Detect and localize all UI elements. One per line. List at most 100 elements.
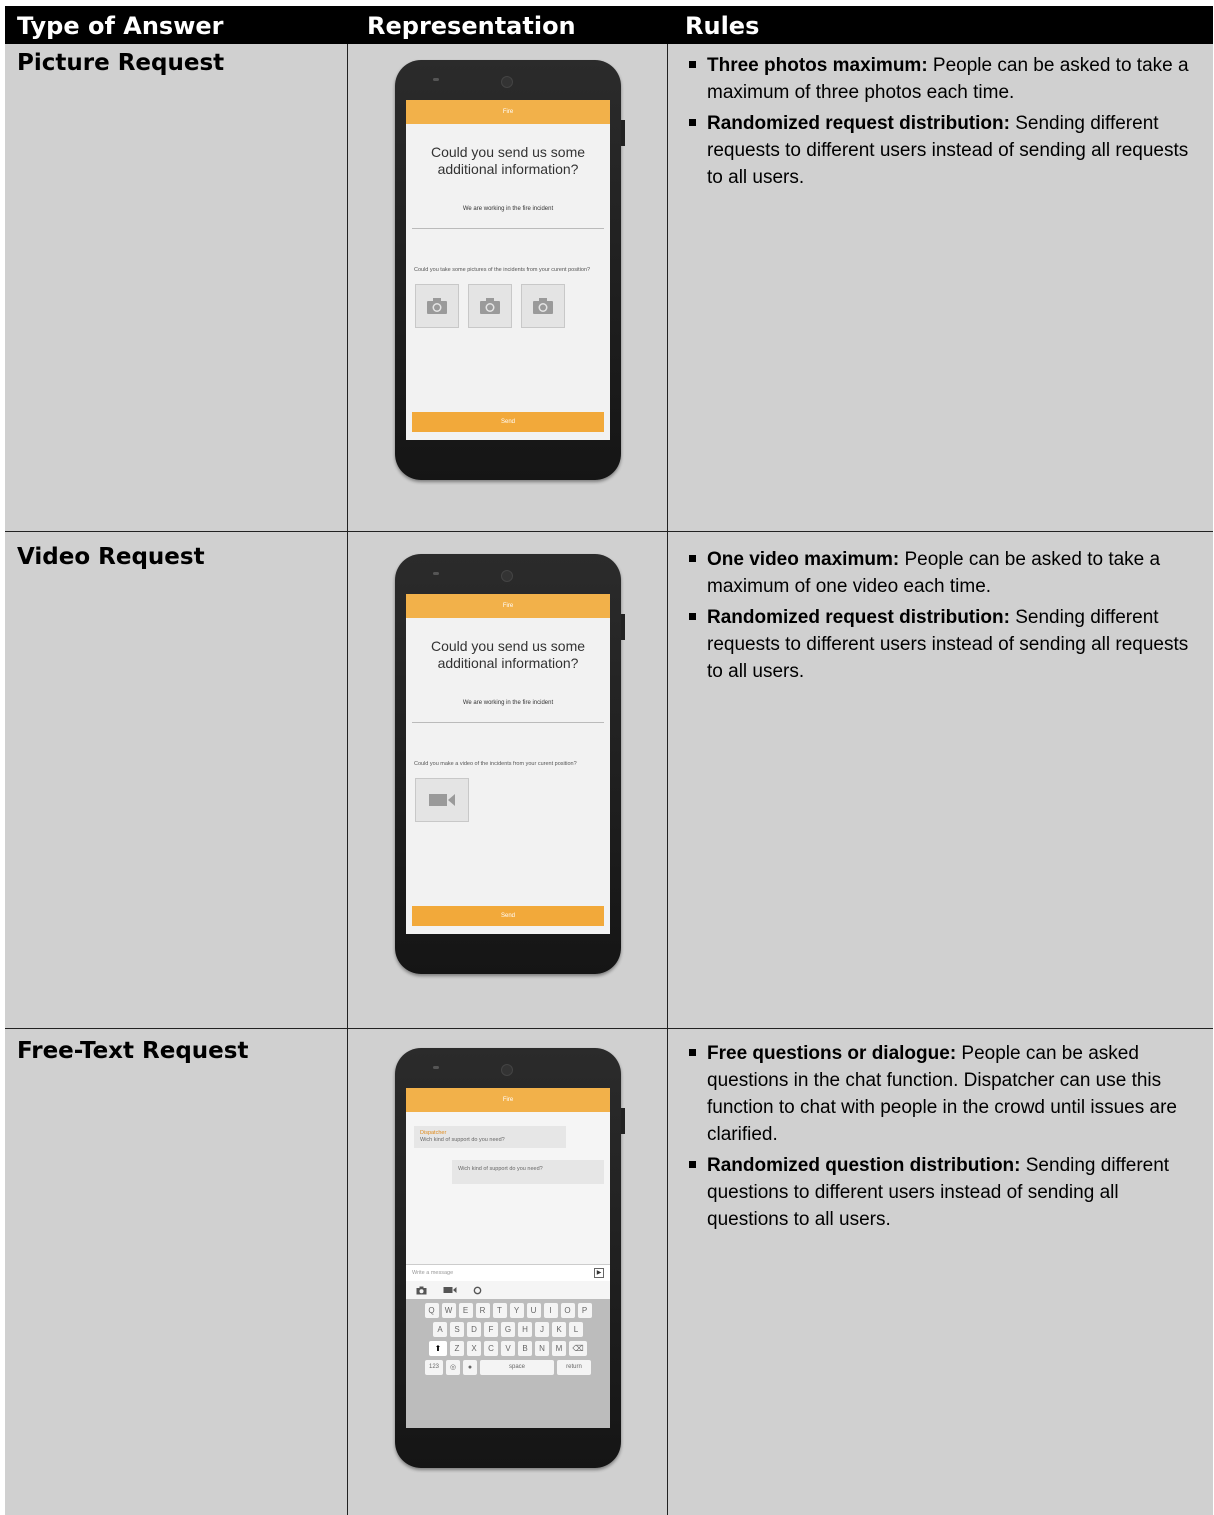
bullet-icon bbox=[689, 613, 696, 620]
camera-icon bbox=[480, 298, 500, 314]
phone-screen: Fire Could you send us some additional i… bbox=[406, 100, 610, 440]
key-t[interactable]: T bbox=[492, 1303, 507, 1318]
outgoing-message: Wich kind of support do you need? bbox=[452, 1160, 604, 1184]
key-c[interactable]: C bbox=[484, 1341, 498, 1356]
header-rules: Rules bbox=[685, 12, 760, 40]
key-r[interactable]: R bbox=[475, 1303, 490, 1318]
camera-icon bbox=[533, 298, 553, 314]
rules-video: One video maximum: People can be asked t… bbox=[685, 546, 1205, 689]
space-key[interactable]: space bbox=[480, 1360, 554, 1375]
prompt-text: Could you take some pictures of the inci… bbox=[414, 267, 591, 273]
globe-key[interactable]: ◎ bbox=[446, 1360, 460, 1375]
location-icon[interactable] bbox=[473, 1286, 482, 1295]
key-y[interactable]: Y bbox=[509, 1303, 524, 1318]
return-key[interactable]: return bbox=[557, 1360, 591, 1375]
attachment-bar bbox=[406, 1281, 610, 1299]
numbers-key[interactable]: 123 bbox=[425, 1360, 443, 1375]
app-topbar: Fire bbox=[406, 1088, 610, 1112]
key-m[interactable]: M bbox=[552, 1341, 566, 1356]
speaker-icon bbox=[433, 572, 439, 575]
camera-lens-icon bbox=[501, 570, 513, 582]
message-placeholder: Write a message bbox=[412, 1270, 454, 1276]
photo-slot-button[interactable] bbox=[468, 284, 512, 328]
row-title-video: Video Request bbox=[17, 544, 205, 570]
header-representation: Representation bbox=[367, 12, 576, 40]
key-w[interactable]: W bbox=[441, 1303, 456, 1318]
key-a[interactable]: A bbox=[433, 1322, 447, 1337]
header-type-of-answer: Type of Answer bbox=[17, 12, 224, 40]
key-z[interactable]: Z bbox=[450, 1341, 464, 1356]
rule-item: Randomized request distribution: Sending… bbox=[685, 604, 1205, 685]
phone-screen: Fire Could you send us some additional i… bbox=[406, 594, 610, 934]
row-divider bbox=[5, 531, 1213, 532]
app-topbar: Fire bbox=[406, 100, 610, 124]
row-title-picture: Picture Request bbox=[17, 50, 225, 76]
send-button[interactable]: Send bbox=[412, 412, 604, 432]
video-slot-button[interactable] bbox=[415, 778, 469, 822]
shift-key[interactable]: ⬆ bbox=[429, 1341, 447, 1356]
key-j[interactable]: J bbox=[535, 1322, 549, 1337]
key-e[interactable]: E bbox=[458, 1303, 473, 1318]
send-arrow-icon[interactable]: ▶ bbox=[594, 1268, 604, 1278]
send-button[interactable]: Send bbox=[412, 906, 604, 926]
key-l[interactable]: L bbox=[569, 1322, 583, 1337]
phone-screen: Fire Dispatcher Wich kind of support do … bbox=[406, 1088, 610, 1428]
question-text: Could you send us some additional inform… bbox=[430, 144, 586, 177]
answer-types-table: Type of Answer Representation Rules Pict… bbox=[5, 6, 1213, 1515]
bullet-icon bbox=[689, 1161, 696, 1168]
photo-slot-button[interactable] bbox=[415, 284, 459, 328]
app-topbar: Fire bbox=[406, 594, 610, 618]
key-k[interactable]: K bbox=[552, 1322, 566, 1337]
bullet-icon bbox=[689, 1049, 696, 1056]
video-camera-icon[interactable] bbox=[443, 1286, 457, 1294]
key-o[interactable]: O bbox=[560, 1303, 575, 1318]
key-x[interactable]: X bbox=[467, 1341, 481, 1356]
separator bbox=[412, 228, 604, 229]
separator bbox=[412, 722, 604, 723]
camera-lens-icon bbox=[501, 76, 513, 88]
key-n[interactable]: N bbox=[535, 1341, 549, 1356]
key-d[interactable]: D bbox=[467, 1322, 481, 1337]
key-q[interactable]: Q bbox=[424, 1303, 439, 1318]
phone-mockup-free-text: Fire Dispatcher Wich kind of support do … bbox=[395, 1048, 625, 1468]
camera-lens-icon bbox=[501, 1064, 513, 1076]
key-p[interactable]: P bbox=[577, 1303, 592, 1318]
message-text: Wich kind of support do you need? bbox=[420, 1137, 505, 1143]
key-f[interactable]: F bbox=[484, 1322, 498, 1337]
row-title-free-text: Free-Text Request bbox=[17, 1038, 249, 1064]
key-g[interactable]: G bbox=[501, 1322, 515, 1337]
rule-item: Randomized request distribution: Sending… bbox=[685, 110, 1205, 191]
rule-item: Randomized question distribution: Sendin… bbox=[685, 1152, 1205, 1233]
side-button bbox=[621, 1108, 625, 1134]
subtitle-text: We are working in the fire incident bbox=[462, 206, 554, 212]
mic-key[interactable]: ● bbox=[463, 1360, 477, 1375]
key-b[interactable]: B bbox=[518, 1341, 532, 1356]
incoming-message: Dispatcher Wich kind of support do you n… bbox=[414, 1126, 566, 1148]
question-text: Could you send us some additional inform… bbox=[430, 638, 586, 671]
table-header: Type of Answer Representation Rules bbox=[5, 6, 1213, 44]
speaker-icon bbox=[433, 78, 439, 81]
speaker-icon bbox=[433, 1066, 439, 1069]
phone-mockup-picture: Fire Could you send us some additional i… bbox=[395, 60, 625, 480]
camera-icon bbox=[427, 298, 447, 314]
phone-mockup-video: Fire Could you send us some additional i… bbox=[395, 554, 625, 974]
bullet-icon bbox=[689, 555, 696, 562]
subtitle-text: We are working in the fire incident bbox=[462, 700, 554, 706]
bullet-icon bbox=[689, 61, 696, 68]
column-divider bbox=[347, 44, 348, 1515]
backspace-key[interactable]: ⌫ bbox=[569, 1341, 587, 1356]
rule-item: One video maximum: People can be asked t… bbox=[685, 546, 1205, 600]
message-input[interactable]: Write a message ▶ bbox=[406, 1264, 610, 1281]
camera-icon[interactable] bbox=[416, 1286, 427, 1295]
key-h[interactable]: H bbox=[518, 1322, 532, 1337]
key-v[interactable]: V bbox=[501, 1341, 515, 1356]
side-button bbox=[621, 614, 625, 640]
side-button bbox=[621, 120, 625, 146]
sender-name: Dispatcher bbox=[420, 1130, 447, 1136]
key-s[interactable]: S bbox=[450, 1322, 464, 1337]
key-i[interactable]: I bbox=[543, 1303, 558, 1318]
rules-picture: Three photos maximum: People can be aske… bbox=[685, 52, 1205, 195]
key-u[interactable]: U bbox=[526, 1303, 541, 1318]
keyboard: QWERTYUIOP ASDFGHJKL ⬆ ZXCVBNM ⌫ 123 ◎ ●… bbox=[406, 1299, 610, 1428]
photo-slot-button[interactable] bbox=[521, 284, 565, 328]
